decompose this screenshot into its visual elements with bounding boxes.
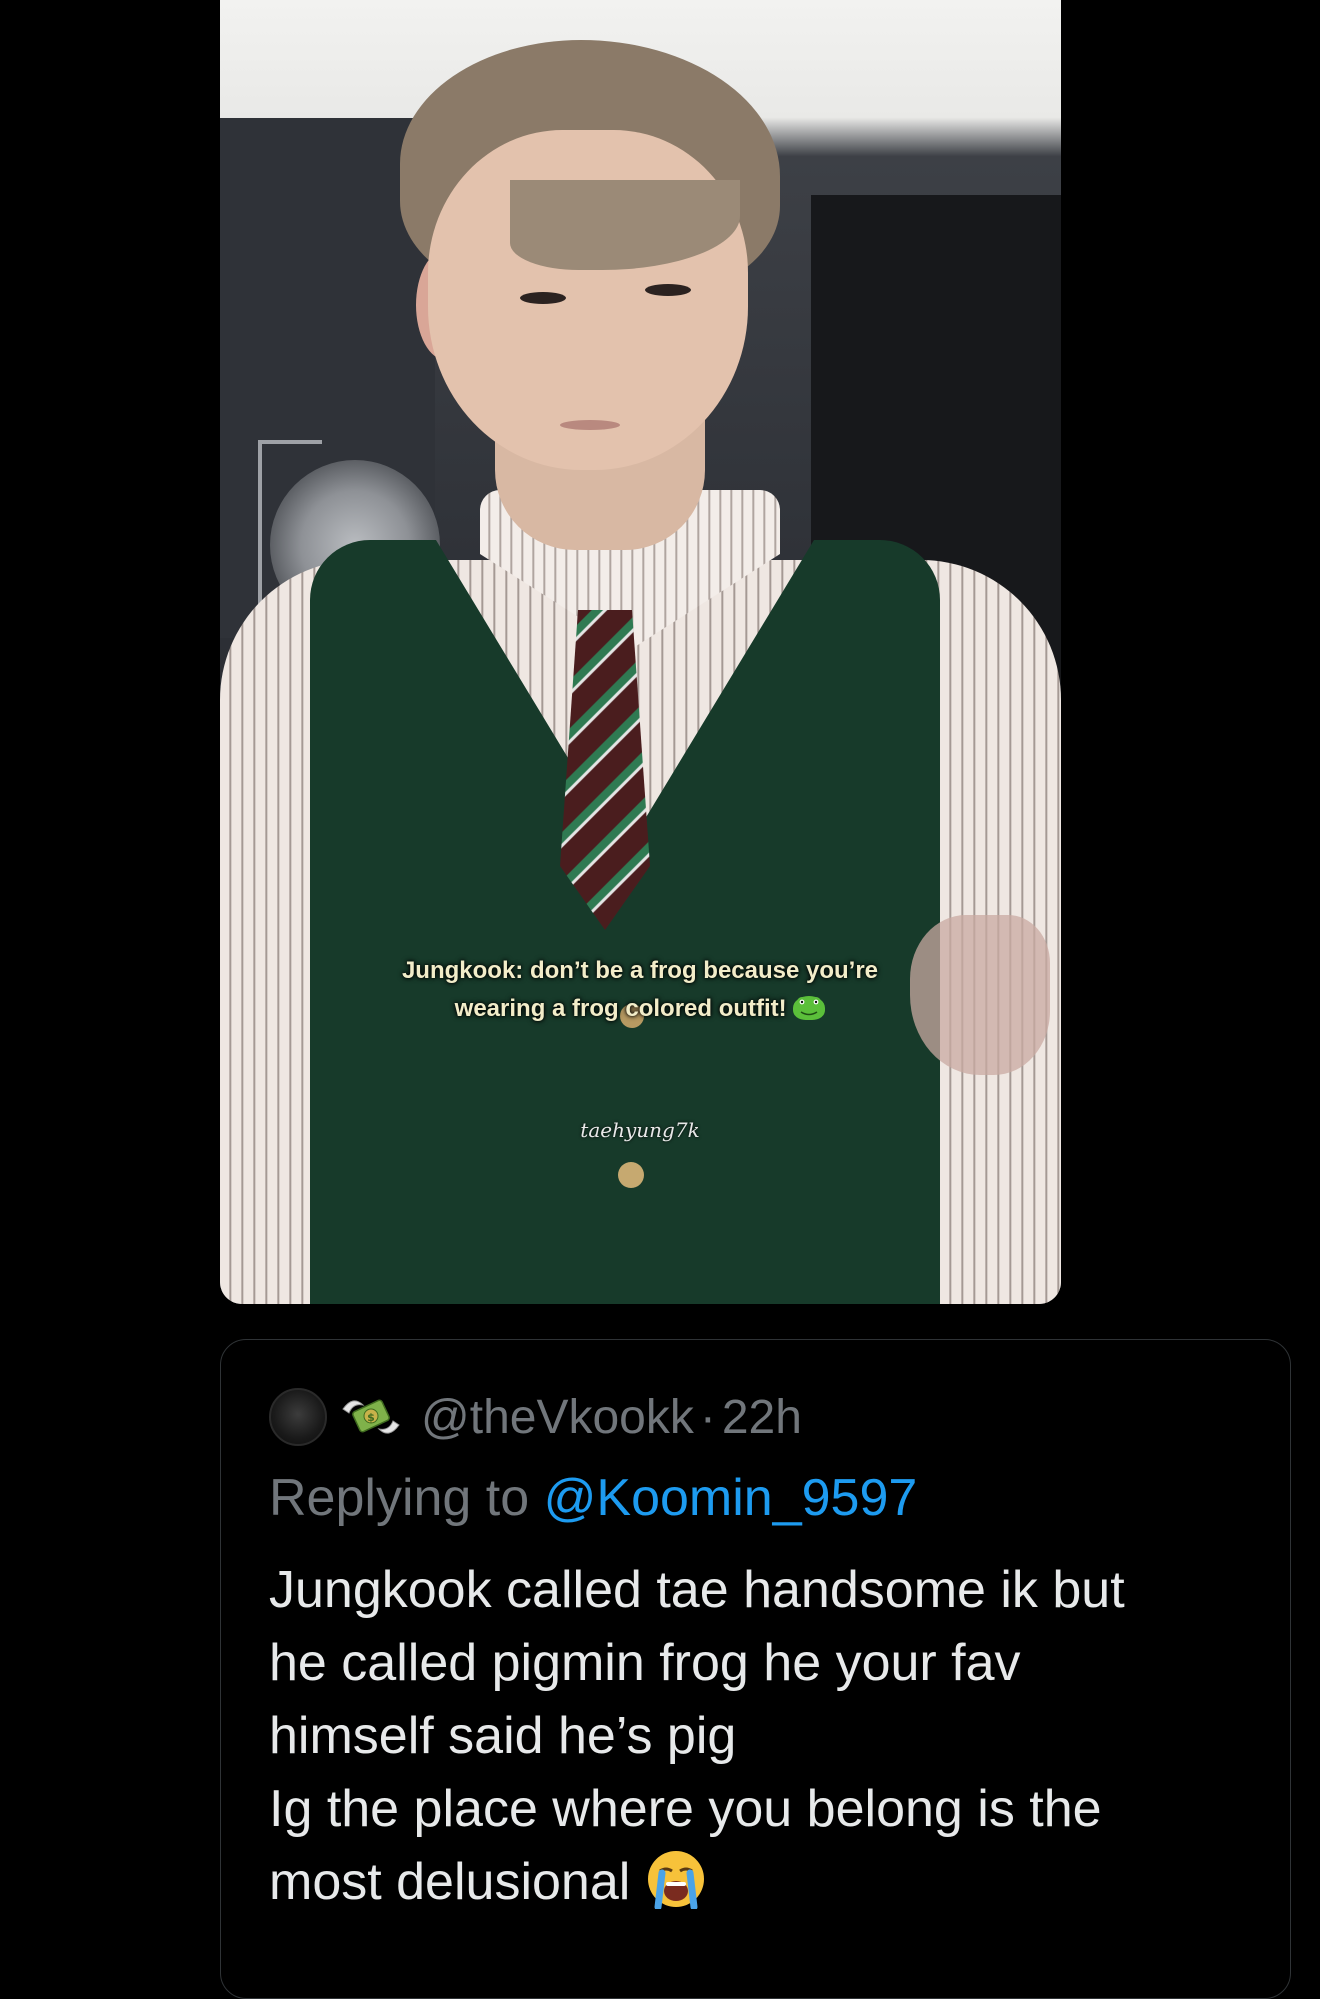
photo-eye-left (520, 292, 566, 304)
avatar[interactable] (269, 1388, 327, 1446)
body-line-last: most delusional (269, 1846, 1269, 1919)
body-line: Jungkook called tae handsome ik but (269, 1561, 1125, 1619)
reply-header: $ @theVkookk · 22h (269, 1386, 802, 1448)
media-image[interactable]: Jungkook: don’t be a frog because you’re… (220, 0, 1061, 1304)
replying-prefix: Replying to (269, 1469, 544, 1527)
reply-timestamp[interactable]: 22h (722, 1390, 802, 1445)
caption-line-1: Jungkook: don’t be a frog because you’re (401, 957, 879, 984)
quoted-reply-card[interactable]: $ @theVkookk · 22h Replying to @Koomin_9… (220, 1339, 1291, 1999)
mention-link[interactable]: @Koomin_9597 (544, 1469, 918, 1527)
body-line: himself said he’s pig (269, 1707, 737, 1765)
body-line-text: most delusional (269, 1853, 631, 1911)
photo-vest-button (618, 1162, 644, 1188)
body-line: Ig the place where you belong is the (269, 1780, 1102, 1838)
media-caption: Jungkook: don’t be a frog because you’re… (340, 952, 940, 1028)
body-line: he called pigmin frog he your fav (269, 1634, 1021, 1692)
media-watermark: taehyung7k (580, 1118, 700, 1142)
caption-line-2: wearing a frog colored outfit! (454, 995, 787, 1022)
replying-to-line: Replying to @Koomin_9597 (269, 1468, 917, 1528)
loudly-crying-face-icon (646, 1849, 706, 1911)
reply-body: Jungkook called tae handsome ik but he c… (269, 1554, 1269, 1919)
svg-text:$: $ (367, 1411, 375, 1424)
money-with-wings-icon: $ (339, 1391, 403, 1443)
photo-mouth (560, 420, 620, 430)
photo-eye-right (645, 284, 691, 296)
frog-emoji-icon (793, 996, 826, 1020)
reply-handle[interactable]: @theVkookk (421, 1390, 694, 1445)
separator-dot: · (699, 1390, 716, 1444)
